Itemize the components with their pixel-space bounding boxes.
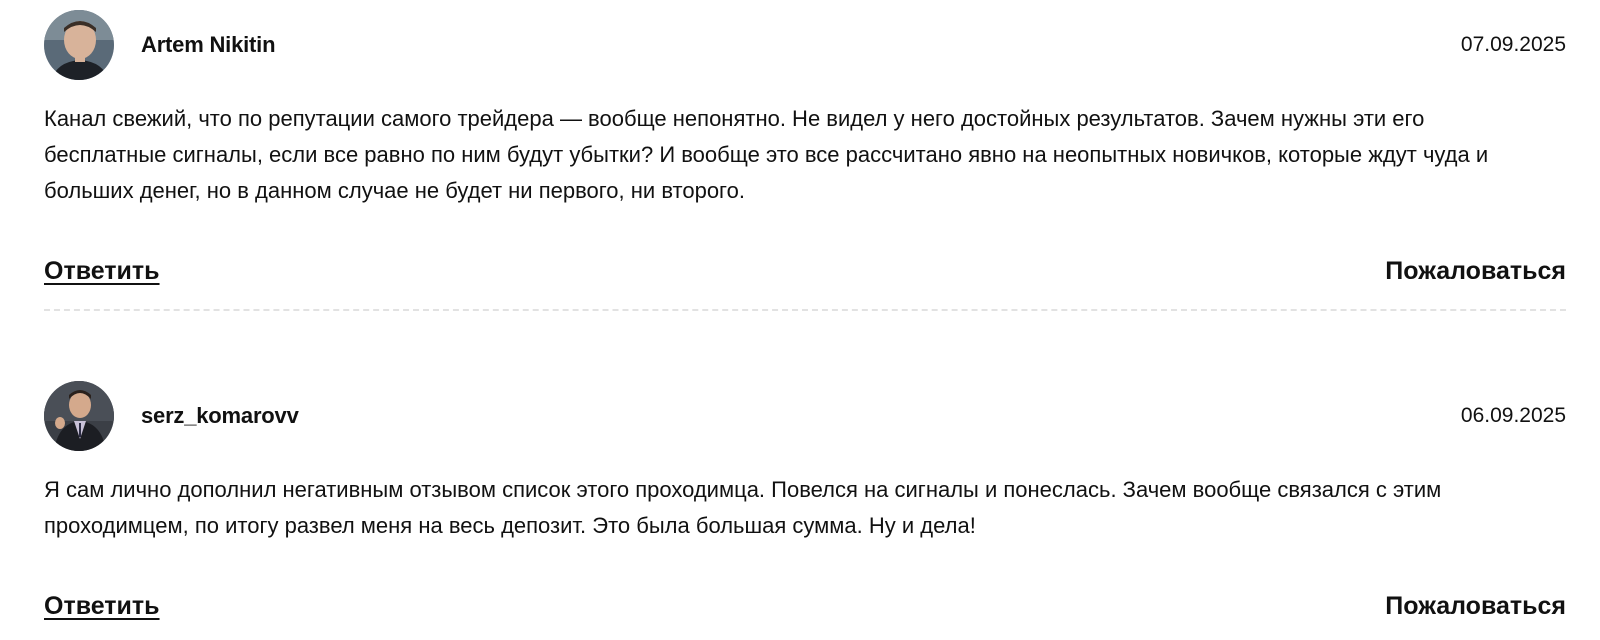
reply-link[interactable]: Ответить <box>44 592 160 621</box>
avatar[interactable] <box>44 381 114 451</box>
comment-item: serz_komarovv 06.09.2025 Я сам лично доп… <box>44 381 1566 632</box>
complain-link[interactable]: Пожаловаться <box>1385 592 1566 621</box>
comment-author: serz_komarovv <box>141 403 299 428</box>
complain-link[interactable]: Пожаловаться <box>1385 257 1566 286</box>
comment-actions: Ответить Пожаловаться <box>44 592 1566 632</box>
comment-text: Я сам лично дополнил негативным отзывом … <box>44 477 1442 538</box>
user-photo-icon <box>44 10 114 80</box>
comment-header: serz_komarovv 06.09.2025 <box>44 381 1566 451</box>
comment-date: 06.09.2025 <box>1460 404 1566 427</box>
comment-text: Канал свежий, что по репутации самого тр… <box>44 106 1489 203</box>
comment-actions: Ответить Пожаловаться <box>44 257 1566 297</box>
avatar[interactable] <box>44 10 114 80</box>
comment-item: Artem Nikitin 07.09.2025 Канал свежий, ч… <box>44 10 1566 297</box>
comment-date: 07.09.2025 <box>1460 33 1566 56</box>
user-photo-icon <box>44 381 114 451</box>
reply-link[interactable]: Ответить <box>44 257 160 286</box>
comment-author: Artem Nikitin <box>141 32 276 57</box>
comment-divider <box>44 309 1566 311</box>
comment-header: Artem Nikitin 07.09.2025 <box>44 10 1566 80</box>
